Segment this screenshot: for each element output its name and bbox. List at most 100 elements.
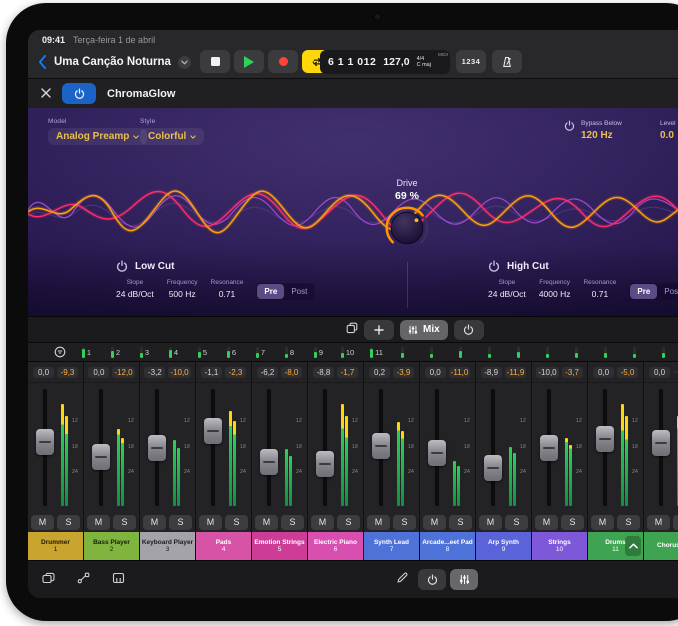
fader-area[interactable]: 121824	[84, 382, 139, 512]
slope-value[interactable]: 24 dB/Oct	[488, 289, 526, 299]
pan-value[interactable]: -3,2	[144, 367, 165, 378]
slope-value[interactable]: 24 dB/Oct	[116, 289, 154, 299]
fader-handle[interactable]	[652, 430, 670, 456]
mute-button[interactable]: M	[535, 515, 558, 530]
model-select[interactable]: Analog Preamp	[48, 128, 147, 145]
fader-handle[interactable]	[92, 444, 110, 470]
fader-area[interactable]: 121824	[532, 382, 587, 512]
mute-button[interactable]: M	[87, 515, 110, 530]
pan-value[interactable]: -10,0	[536, 367, 558, 378]
pan-value[interactable]: -1,1	[201, 367, 222, 378]
fader-area[interactable]: 121824	[588, 382, 643, 512]
fader-handle[interactable]	[316, 451, 334, 477]
volume-value[interactable]: -3,9	[393, 367, 414, 378]
track-name-tile[interactable]: Emotion Strings5	[252, 532, 307, 560]
track-ribbon-badge[interactable]	[565, 347, 594, 358]
post-button[interactable]: Post	[284, 284, 314, 299]
fader-area[interactable]: 121824	[308, 382, 363, 512]
fader-handle[interactable]	[540, 435, 558, 461]
fader-area[interactable]: 121824	[252, 382, 307, 512]
fader-handle[interactable]	[204, 418, 222, 444]
mute-button[interactable]: M	[647, 515, 670, 530]
volume-value[interactable]: -11,0	[449, 367, 471, 378]
solo-button[interactable]: S	[505, 515, 528, 530]
add-track-button[interactable]	[364, 320, 394, 340]
song-title[interactable]: Uma Canção Noturna	[54, 56, 171, 68]
close-plugin-button[interactable]	[41, 85, 51, 103]
mixer-power-button[interactable]	[454, 320, 484, 340]
track-ribbon-badge[interactable]	[391, 347, 420, 358]
solo-button[interactable]: S	[673, 515, 678, 530]
fader-handle[interactable]	[372, 433, 390, 459]
frequency-value[interactable]: 500 Hz	[169, 289, 196, 299]
pan-value[interactable]: 0,0	[88, 367, 109, 378]
resonance-value[interactable]: 0.71	[592, 289, 609, 299]
fader-area[interactable]: 121824	[196, 382, 251, 512]
bypass-below-value[interactable]: 120 Hz	[581, 130, 622, 141]
back-button[interactable]	[38, 55, 47, 69]
track-name-tile[interactable]: Chorus V	[644, 532, 678, 560]
track-name-tile[interactable]: Arp Synth9	[476, 532, 531, 560]
fader-handle[interactable]	[484, 455, 502, 481]
resonance-value[interactable]: 0.71	[219, 289, 236, 299]
browser-button[interactable]	[42, 571, 55, 589]
solo-button[interactable]: S	[617, 515, 640, 530]
track-ribbon-badge[interactable]	[420, 347, 449, 358]
fader-handle[interactable]	[596, 426, 614, 452]
track-ribbon-badge[interactable]	[478, 347, 507, 358]
fader-handle[interactable]	[428, 440, 446, 466]
mixer-view-button[interactable]	[450, 569, 478, 590]
power-icon[interactable]	[488, 260, 500, 272]
pre-button[interactable]: Pre	[630, 284, 657, 299]
solo-button[interactable]: S	[169, 515, 192, 530]
mute-button[interactable]: M	[591, 515, 614, 530]
collapse-track-stack-button[interactable]	[625, 536, 641, 556]
fader-area[interactable]: 121824	[140, 382, 195, 512]
mute-button[interactable]: M	[311, 515, 334, 530]
style-select[interactable]: Colorful	[140, 128, 204, 145]
fader-area[interactable]: 121824	[364, 382, 419, 512]
routing-button[interactable]	[77, 571, 90, 589]
solo-button[interactable]: S	[113, 515, 136, 530]
track-name-tile[interactable]: Electric Piano6	[308, 532, 363, 560]
stop-button[interactable]	[200, 50, 230, 73]
post-button[interactable]: Post	[657, 284, 678, 299]
power-icon[interactable]	[116, 260, 128, 272]
volume-value[interactable]: -3,7	[562, 367, 583, 378]
solo-button[interactable]: S	[449, 515, 472, 530]
track-name-tile[interactable]: Drums11	[588, 532, 643, 560]
volume-value[interactable]: -11,9	[505, 367, 527, 378]
pan-value[interactable]: 0,0	[33, 367, 54, 378]
duplicate-button[interactable]	[346, 321, 358, 339]
mute-button[interactable]: M	[367, 515, 390, 530]
volume-value[interactable]: -10,0	[168, 367, 190, 378]
track-ribbon-badge[interactable]: 2	[101, 347, 130, 358]
track-name-tile[interactable]: Pads4	[196, 532, 251, 560]
track-ribbon-badge[interactable]: 11	[362, 347, 391, 358]
volume-value[interactable]: -8,0	[281, 367, 302, 378]
fader-handle[interactable]	[260, 449, 278, 475]
count-in-button[interactable]: 1234	[456, 50, 486, 73]
record-button[interactable]	[268, 50, 298, 73]
pan-value[interactable]: 0,0	[593, 367, 614, 378]
track-ribbon-badge[interactable]: 9	[304, 347, 333, 358]
track-ribbon-badge[interactable]	[594, 347, 623, 358]
power-icon[interactable]	[564, 120, 575, 131]
pan-value[interactable]: -6,2	[257, 367, 278, 378]
volume-value[interactable]: -1,7	[337, 367, 358, 378]
frequency-value[interactable]: 4000 Hz	[539, 289, 571, 299]
plugin-power-button[interactable]	[62, 83, 96, 104]
solo-button[interactable]: S	[281, 515, 304, 530]
volume-value[interactable]	[673, 371, 678, 373]
track-ribbon-badge[interactable]	[449, 347, 478, 358]
metronome-button[interactable]	[492, 50, 522, 73]
volume-value[interactable]: -12,0	[112, 367, 134, 378]
track-ribbon-badge[interactable]	[507, 347, 536, 358]
track-ribbon-badge[interactable]: 3	[130, 347, 159, 358]
level-value[interactable]: 0.0	[660, 130, 676, 141]
fader-area[interactable]: 121824	[476, 382, 531, 512]
song-menu-button[interactable]	[178, 56, 191, 69]
fader-area[interactable]: 121824	[28, 382, 83, 512]
fader-handle[interactable]	[36, 429, 54, 455]
pre-button[interactable]: Pre	[257, 284, 284, 299]
